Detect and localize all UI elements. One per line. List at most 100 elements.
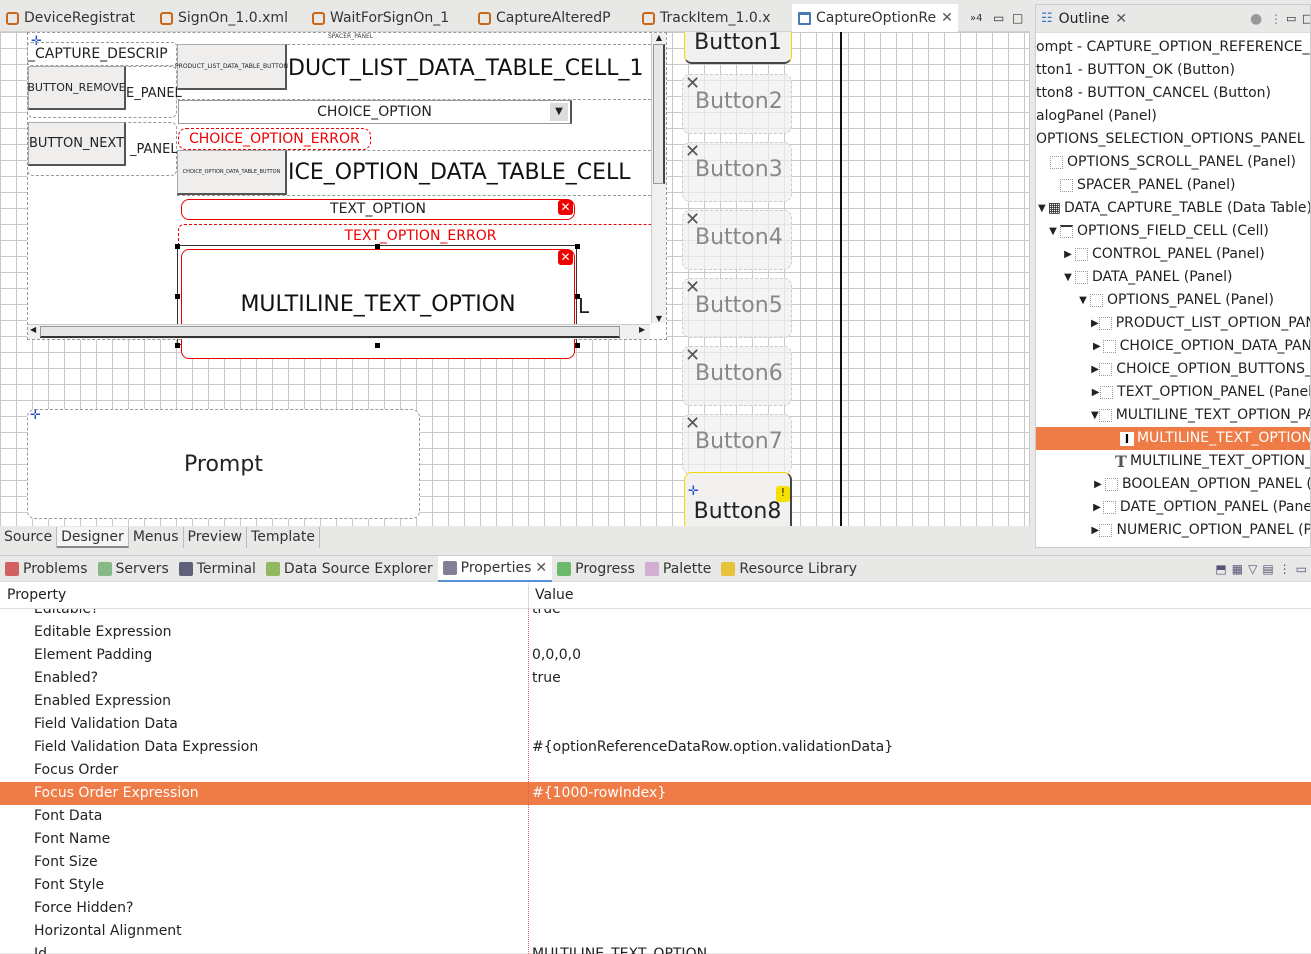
collapse-icon[interactable]: ▼: [1036, 197, 1048, 220]
outline-item[interactable]: SPACER_PANEL (Panel): [1036, 174, 1310, 197]
close-icon[interactable]: ✕: [1115, 11, 1127, 27]
expand-icon[interactable]: ▶: [1091, 473, 1105, 496]
tab-source[interactable]: Source: [0, 527, 58, 548]
property-value[interactable]: 0,0,0,0: [532, 644, 581, 667]
collapse-icon[interactable]: ▼: [1061, 266, 1075, 289]
collapse-icon[interactable]: ▼: [1076, 289, 1090, 312]
property-row[interactable]: Field Validation Data Expression #{option…: [0, 736, 1311, 759]
tab-template[interactable]: Template: [247, 527, 320, 548]
column-property[interactable]: Property: [7, 587, 66, 603]
move-handle-icon[interactable]: ✛: [688, 484, 699, 499]
collapse-icon[interactable]: ▼: [1091, 404, 1099, 427]
property-row[interactable]: Focus Order: [0, 759, 1311, 782]
property-row[interactable]: Font Size: [0, 851, 1311, 874]
scroll-up-icon[interactable]: ▲: [652, 33, 666, 42]
view-tab-problems[interactable]: Problems: [0, 556, 93, 582]
property-value[interactable]: true: [532, 609, 561, 621]
close-icon[interactable]: ✕: [941, 10, 953, 26]
property-row[interactable]: Enabled? true: [0, 667, 1311, 690]
button3[interactable]: ✕ Button3: [682, 141, 792, 202]
chevron-down-icon[interactable]: ▼: [550, 103, 568, 121]
horizontal-scrollbar[interactable]: ◀ ▶: [28, 324, 650, 339]
outline-item[interactable]: T MULTILINE_TEXT_OPTION_: [1036, 450, 1310, 473]
view-tab-progress[interactable]: Progress: [552, 556, 640, 582]
minimize-icon[interactable]: ▭: [993, 4, 1004, 32]
property-row[interactable]: Element Padding 0,0,0,0: [0, 644, 1311, 667]
outline-item[interactable]: alogPanel (Panel): [1036, 105, 1310, 128]
product-list-table-button[interactable]: PRODUCT_LIST_DATA_TABLE_BUTTON: [175, 44, 288, 90]
view-menu-icon[interactable]: ⋮: [1279, 562, 1291, 576]
advanced-icon[interactable]: ▤: [1262, 562, 1273, 576]
view-tab-palette[interactable]: Palette: [640, 556, 717, 582]
expand-icon[interactable]: ▶: [1091, 519, 1099, 542]
move-handle-icon[interactable]: ✛: [30, 408, 41, 423]
property-row[interactable]: Font Data: [0, 805, 1311, 828]
property-row[interactable]: Font Style: [0, 874, 1311, 897]
collapse-icon[interactable]: ▼: [1046, 220, 1060, 243]
property-row[interactable]: Id MULTILINE_TEXT_OPTION: [0, 943, 1311, 954]
view-tab-terminal[interactable]: Terminal: [174, 556, 261, 582]
outline-item[interactable]: ▼ MULTILINE_TEXT_OPTION_PA: [1036, 404, 1310, 427]
text-option-input[interactable]: TEXT_OPTION: [181, 199, 575, 220]
filter-icon[interactable]: ▽: [1248, 562, 1257, 576]
tab-preview[interactable]: Preview: [184, 527, 248, 548]
close-icon[interactable]: ✕: [535, 560, 547, 576]
property-row[interactable]: Horizontal Alignment: [0, 920, 1311, 943]
property-row[interactable]: Field Validation Data: [0, 713, 1311, 736]
editor-tab[interactable]: SignOn_1.0.xml: [160, 4, 310, 32]
expand-icon[interactable]: ▶: [1091, 312, 1099, 335]
property-value[interactable]: #{optionReferenceDataRow.option.validati…: [532, 736, 893, 759]
button-remove[interactable]: BUTTON_REMOVE: [27, 66, 126, 110]
expand-icon[interactable]: ▶: [1091, 381, 1100, 404]
property-value[interactable]: true: [532, 667, 561, 690]
expand-icon[interactable]: ▶: [1091, 496, 1103, 519]
outline-item[interactable]: OPTIONS_SCROLL_PANEL (Panel): [1036, 151, 1310, 174]
outline-item[interactable]: ▼ OPTIONS_FIELD_CELL (Cell): [1036, 220, 1310, 243]
outline-item[interactable]: ▶ CHOICE_OPTION_DATA_PAN: [1036, 335, 1310, 358]
property-row[interactable]: Enabled Expression: [0, 690, 1311, 713]
outline-item[interactable]: ▶ TEXT_OPTION_PANEL (Panel: [1036, 381, 1310, 404]
property-value[interactable]: #{1000-rowIndex}: [532, 782, 666, 805]
property-row[interactable]: Editable Expression: [0, 621, 1311, 644]
tab-designer[interactable]: Designer: [57, 527, 129, 548]
outline-item[interactable]: tton1 - BUTTON_OK (Button): [1036, 59, 1310, 82]
property-value[interactable]: MULTILINE_TEXT_OPTION: [532, 943, 707, 954]
scrollbar-thumb[interactable]: [40, 326, 620, 338]
outline-item[interactable]: OPTIONS_SELECTION_OPTIONS_PANEL (P: [1036, 128, 1310, 151]
outline-item[interactable]: ▶ CHOICE_OPTION_BUTTONS_: [1036, 358, 1310, 381]
expand-icon[interactable]: ▶: [1091, 358, 1099, 381]
vertical-scrollbar[interactable]: ▲ ▼: [651, 33, 666, 323]
view-tab-properties[interactable]: Properties ✕: [437, 555, 553, 582]
maximize-icon[interactable]: □: [1302, 12, 1310, 25]
button5[interactable]: ✕ Button5: [682, 277, 792, 338]
view-tab-servers[interactable]: Servers: [93, 556, 174, 582]
tab-menus[interactable]: Menus: [129, 527, 184, 548]
scrollbar-thumb[interactable]: [653, 44, 665, 184]
property-row[interactable]: Force Hidden?: [0, 897, 1311, 920]
editor-tab[interactable]: CaptureAlteredP: [478, 4, 636, 32]
outline-item[interactable]: ▶ BOOLEAN_OPTION_PANEL (: [1036, 473, 1310, 496]
outline-item[interactable]: ▶ NUMERIC_OPTION_PANEL (P: [1036, 519, 1310, 542]
editor-tab-active[interactable]: CaptureOptionRe ✕: [792, 4, 958, 32]
view-tab-data-source-explorer[interactable]: Data Source Explorer: [261, 556, 438, 582]
scroll-down-icon[interactable]: ▼: [652, 314, 666, 323]
editor-tab[interactable]: TrackItem_1.0.x: [642, 4, 790, 32]
outline-item[interactable]: ▶ DATE_OPTION_PANEL (Pane: [1036, 496, 1310, 519]
expand-icon[interactable]: ▶: [1061, 243, 1075, 266]
button1[interactable]: Button1: [684, 32, 792, 64]
column-value[interactable]: Value: [535, 587, 573, 603]
outline-item[interactable]: ompt - CAPTURE_OPTION_REFERENCE_PR: [1036, 36, 1310, 59]
property-row[interactable]: Focus Order Expression #{1000-rowIndex}: [0, 782, 1311, 805]
maximize-icon[interactable]: □: [1012, 4, 1023, 32]
scroll-left-icon[interactable]: ◀: [30, 325, 36, 334]
button7[interactable]: ✕ Button7: [682, 413, 792, 474]
button4[interactable]: ✕ Button4: [682, 209, 792, 270]
expand-icon[interactable]: ▶: [1091, 335, 1103, 358]
minimize-icon[interactable]: ▭: [1286, 12, 1296, 25]
new-view-icon[interactable]: ⬒: [1215, 562, 1226, 576]
choice-option-dropdown[interactable]: CHOICE_OPTION ▼: [178, 100, 572, 124]
outline-item[interactable]: tton8 - BUTTON_CANCEL (Button): [1036, 82, 1310, 105]
filter-icon[interactable]: ●: [1250, 11, 1262, 27]
outline-item[interactable]: ▼ ▦ DATA_CAPTURE_TABLE (Data Table): [1036, 197, 1310, 220]
view-menu-icon[interactable]: ⋮: [1270, 12, 1282, 26]
